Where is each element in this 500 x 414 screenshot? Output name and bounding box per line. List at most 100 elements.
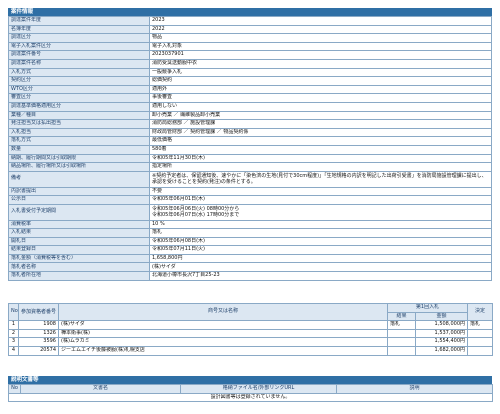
case-info-value: 令和05年07月11日(火) [149,245,492,255]
col-decision: 決定 [467,302,493,322]
case-info-value: (株)サイダ [149,262,492,273]
case-info-table: 調達案件年度 2023 名簿年度 2022 調達区分 物品 電子入札案件区分 電子入札対象 調達… [8,16,492,281]
case-info-label: 業種／種目 [8,110,150,121]
case-info-label: 入札担当 [8,127,150,138]
case-info-label: 審査区分 [8,93,150,103]
case-info-value: 適用しない [149,101,492,112]
case-info-value: 2023037901 [149,50,492,60]
case-info-label: 調達区分 [8,33,150,43]
col-round-1: 第1回入札 [387,303,468,313]
case-info-value: 卸小売業 ／ 繊維製品卸小売業 [149,110,492,121]
case-info-row: 業種／種目 卸小売業 ／ 繊維製品卸小売業 [8,110,492,121]
case-info-value: 令和05年06月06日(火) 08時00分から 令和05年06月07日(水) 1… [149,203,492,221]
case-info-value: 財政局管財部 ／ 契約管理課 ／ 物品契約係 [149,127,492,138]
case-info-row: 調達案件名称 消防受臭送動服中衣 [8,58,492,69]
case-info-label: 消費税率 [8,219,150,230]
case-info-row: 入札結果 落札 [8,228,492,238]
case-info-value: 580着 [149,144,492,155]
case-info-row: 調達案件番号 2023037901 [8,50,492,60]
case-info-value: 事後審査 [149,93,492,103]
bid-decision [467,328,493,339]
case-info-value: 一般競争入札 [149,67,492,78]
bid-name: ジーエムエイチ後藤被服(株)札幌支店 [58,345,388,356]
doc-col-no: No [8,384,21,394]
case-info-value: 2022 [149,24,492,35]
bid-amount: 1,508,000円 [415,320,468,330]
case-info-value: 1,658,800円 [149,253,492,264]
case-info-label: 調達案件年度 [8,16,150,26]
case-info-section: 案件情報 調達案件年度 2023 名簿年度 2022 調達区分 物品 電子入札案件区分 電子入… [8,8,492,281]
case-info-label: 納期、履行期間又は引取期限 [8,153,150,164]
bid-no: 3 [8,337,19,347]
case-info-label: 納品場所、履行場所又は引取場所 [8,162,150,172]
bid-amount: 1,554,400円 [415,337,468,347]
case-info-value: 北海道小樽市長沢7丁目25-23 [149,271,492,281]
case-info-row: 落札方式 最低価格 [8,136,492,146]
case-info-row: 納品場所、履行場所又は引取場所 指定場所 [8,162,492,172]
bid-row: 4 20574 ジーエムエイチ後藤被服(株)札幌支店 1,682,000円 [8,345,493,356]
case-info-label: 落札方式 [8,136,150,146]
case-info-label: 入札方式 [8,67,150,78]
case-info-label: 公示日 [8,195,150,205]
case-info-row: 入札書受付予定期間 令和05年06月06日(火) 08時00分から 令和05年06… [8,203,492,221]
case-info-label: 落札者名称 [8,262,150,273]
case-info-title: 案件情報 [8,8,492,16]
bid-results-table: No 参加資格者番号 商号又は名称 第1回入札 決定 結果 金額 1 1908 (株… [8,302,493,356]
case-info-value: 指定場所 [149,162,492,172]
case-info-row: 調達区分 物品 [8,33,492,43]
case-info-row: 調達基準価格適用区分 適用しない [8,101,492,112]
documents-empty-message: 設計図書等は登録されていません。 [8,392,493,403]
case-info-row: 備考 ※契約予定者は、保留通知後、速やかに「染色済の生地(見付で30cm程度)」「… [8,170,492,188]
case-info-value: 消防局総務部 ／ 施設管理課 [149,119,492,129]
col-amount: 金額 [415,311,468,322]
documents-table: No 文書名 格納ファイル名/外部リンクURL 説明 設計図書等は登録されていま… [8,384,493,403]
case-info-row: 結果登録日 令和05年07月11日(火) [8,245,492,255]
case-info-value: 不要 [149,186,492,197]
case-info-label: 調達案件番号 [8,50,150,60]
bid-participant-number: 20574 [18,345,59,356]
case-info-row: 落札者所在地 北海道小樽市長沢7丁目25-23 [8,271,492,281]
case-info-value: 10 % [149,219,492,230]
case-info-row: 消費税率 10 % [8,219,492,230]
case-info-label: 開札日 [8,236,150,247]
bid-name: 樺本衛事(株) [58,328,388,339]
bid-row: 3 3596 (株)ムラカミ 1,554,400円 [8,337,493,347]
bid-result [387,337,416,347]
bid-result: 落札 [387,320,416,330]
case-info-label: 調達基準価格適用区分 [8,101,150,112]
bid-decision: 落札 [467,320,493,330]
case-info-value: 最低価格 [149,136,492,146]
bid-participant-number: 1908 [18,320,59,330]
case-info-value: 消防受臭送動服中衣 [149,58,492,69]
bid-decision [467,345,493,356]
case-info-row: 公示日 令和05年06月01日(木) [8,195,492,205]
case-info-row: 調達案件年度 2023 [8,16,492,26]
bid-participant-number: 3596 [18,337,59,347]
case-info-label: WTO区分 [8,84,150,95]
case-info-value: 落札 [149,228,492,238]
case-info-label: 落札者所在地 [8,271,150,281]
case-info-label: 内訳書提出 [8,186,150,197]
bid-name: (株)サイダ [58,320,388,330]
bid-result [387,328,416,339]
case-info-value: 令和05年06月08日(木) [149,236,492,247]
case-info-row: 納期、履行期間又は引取期限 令和05年11月30日(木) [8,153,492,164]
case-info-row: 発注担当又は払出担当 消防局総務部 ／ 施設管理課 [8,119,492,129]
case-info-row: 名簿年度 2022 [8,24,492,35]
col-no: No [8,302,19,322]
case-info-label: 調達案件名称 [8,58,150,69]
case-info-label: 契約区分 [8,76,150,86]
case-info-row: 入札担当 財政局管財部 ／ 契約管理課 ／ 物品契約係 [8,127,492,138]
case-info-value: 適用外 [149,84,492,95]
case-info-row: 契約区分 総価契約 [8,76,492,86]
case-info-label: 備考 [8,170,150,188]
case-info-row: 入札方式 一般競争入札 [8,67,492,78]
case-info-value: 令和05年06月01日(木) [149,195,492,205]
col-name: 商号又は名称 [58,302,388,322]
case-info-label: 入札書受付予定期間 [8,203,150,221]
bid-row: 2 1326 樺本衛事(株) 1,537,000円 [8,328,493,339]
documents-section: 説明文書等 No 文書名 格納ファイル名/外部リンクURL 説明 設計図書等は登… [8,376,493,403]
case-info-value: ※契約予定者は、保留通知後、速やかに「染色済の生地(見付で30cm程度)」「生地… [149,170,492,188]
case-info-value: 2023 [149,16,492,26]
col-participant-number: 参加資格者番号 [18,302,59,322]
